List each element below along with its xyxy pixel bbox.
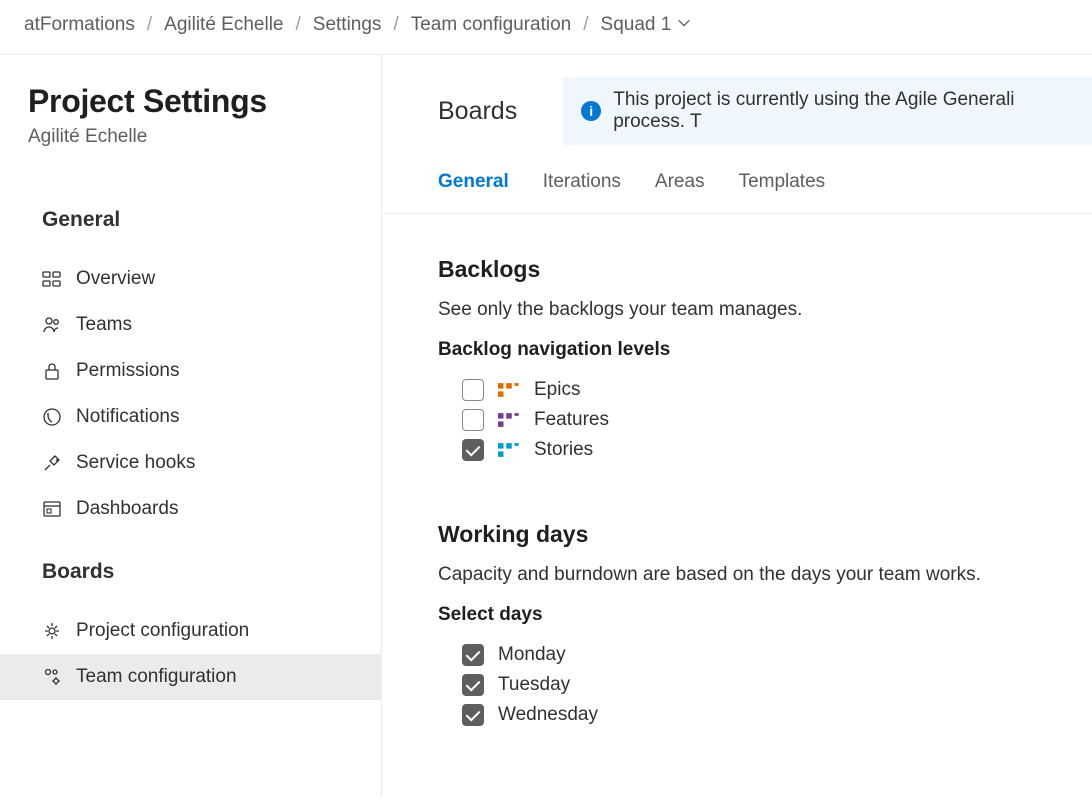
tab-strip: General Iterations Areas Templates (382, 145, 1092, 214)
overview-icon (42, 269, 62, 289)
info-icon: i (581, 101, 601, 121)
backlog-level-row: Features (462, 405, 1092, 435)
lock-icon (42, 361, 62, 381)
chevron-down-icon (677, 14, 691, 36)
info-banner: i This project is currently using the Ag… (563, 77, 1092, 145)
sidebar-item-label: Overview (76, 268, 155, 290)
teams-icon (42, 315, 62, 335)
backlog-level-label: Features (534, 409, 609, 431)
section-heading: Backlogs (438, 256, 1092, 283)
sidebar-section-heading: Boards (0, 560, 381, 584)
breadcrumb-separator: / (393, 14, 398, 36)
working-days-section: Working days Capacity and burndown are b… (438, 521, 1092, 730)
tab-general[interactable]: General (438, 171, 509, 197)
sidebar-item-label: Dashboards (76, 498, 178, 520)
sidebar-item-label: Teams (76, 314, 132, 336)
sidebar-item-overview[interactable]: Overview (0, 256, 381, 302)
checkbox-monday[interactable] (462, 644, 484, 666)
working-day-row: Wednesday (462, 700, 1092, 730)
story-icon (498, 439, 520, 461)
dashboard-icon (42, 499, 62, 519)
checkbox-stories[interactable] (462, 439, 484, 461)
day-label: Wednesday (498, 704, 598, 726)
sidebar-item-permissions[interactable]: Permissions (0, 348, 381, 394)
feature-icon (498, 409, 520, 431)
team-gear-icon (42, 667, 62, 687)
backlog-level-label: Epics (534, 379, 580, 401)
page-subtitle: Agilité Echelle (0, 120, 381, 148)
breadcrumb-item[interactable]: Settings (313, 12, 382, 38)
breadcrumb-separator: / (147, 14, 152, 36)
sidebar-item-label: Project configuration (76, 620, 249, 642)
day-label: Tuesday (498, 674, 570, 696)
section-heading: Working days (438, 521, 1092, 548)
notification-icon (42, 407, 62, 427)
info-message: This project is currently using the Agil… (613, 89, 1074, 133)
section-description: See only the backlogs your team manages. (438, 299, 1092, 321)
tab-templates[interactable]: Templates (739, 171, 826, 197)
sidebar-item-dashboards[interactable]: Dashboards (0, 486, 381, 532)
subsection-heading: Select days (438, 604, 1092, 626)
backlog-level-row: Epics (462, 375, 1092, 405)
sidebar: Project Settings Agilité Echelle General… (0, 55, 382, 796)
sidebar-item-service-hooks[interactable]: Service hooks (0, 440, 381, 486)
content-title: Boards (438, 97, 517, 126)
checkbox-features[interactable] (462, 409, 484, 431)
sidebar-item-notifications[interactable]: Notifications (0, 394, 381, 440)
breadcrumb-item[interactable]: Agilité Echelle (164, 12, 283, 38)
sidebar-item-label: Notifications (76, 406, 180, 428)
working-day-row: Tuesday (462, 670, 1092, 700)
breadcrumb-item[interactable]: atFormations (24, 12, 135, 38)
page-title: Project Settings (0, 83, 381, 120)
checkbox-tuesday[interactable] (462, 674, 484, 696)
breadcrumb-separator: / (296, 14, 301, 36)
checkbox-epics[interactable] (462, 379, 484, 401)
epic-icon (498, 379, 520, 401)
backlog-level-row: Stories (462, 435, 1092, 465)
breadcrumb-item[interactable]: Team configuration (411, 12, 572, 38)
sidebar-section-heading: General (0, 208, 381, 232)
content-area: Boards i This project is currently using… (382, 55, 1092, 796)
backlog-level-label: Stories (534, 439, 593, 461)
breadcrumb-separator: / (583, 14, 588, 36)
section-description: Capacity and burndown are based on the d… (438, 564, 1092, 586)
breadcrumb-label: Squad 1 (601, 14, 672, 36)
checkbox-wednesday[interactable] (462, 704, 484, 726)
sidebar-item-label: Service hooks (76, 452, 195, 474)
gear-icon (42, 621, 62, 641)
working-day-row: Monday (462, 640, 1092, 670)
tab-iterations[interactable]: Iterations (543, 171, 621, 197)
sidebar-item-label: Team configuration (76, 666, 237, 688)
backlogs-section: Backlogs See only the backlogs your team… (438, 256, 1092, 465)
tab-areas[interactable]: Areas (655, 171, 705, 197)
sidebar-item-team-configuration[interactable]: Team configuration (0, 654, 381, 700)
sidebar-item-project-configuration[interactable]: Project configuration (0, 608, 381, 654)
day-label: Monday (498, 644, 566, 666)
subsection-heading: Backlog navigation levels (438, 339, 1092, 361)
breadcrumb-item-dropdown[interactable]: Squad 1 (601, 12, 692, 38)
breadcrumb: atFormations / Agilité Echelle / Setting… (0, 0, 1092, 55)
plug-icon (42, 453, 62, 473)
sidebar-item-label: Permissions (76, 360, 179, 382)
sidebar-item-teams[interactable]: Teams (0, 302, 381, 348)
